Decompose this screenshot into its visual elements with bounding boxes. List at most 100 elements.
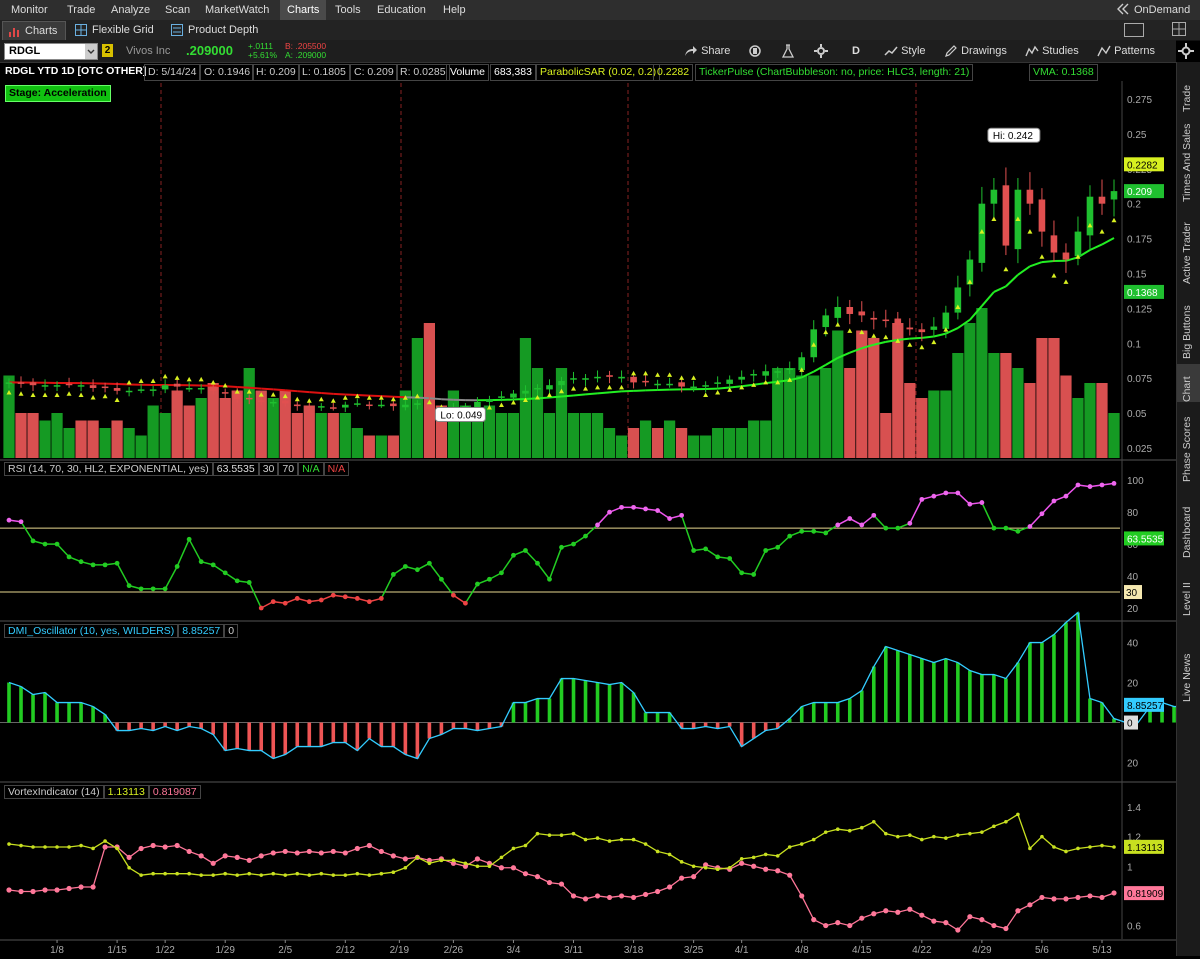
menu-monitor[interactable]: Monitor xyxy=(4,0,55,20)
tab-product-depth[interactable]: Product Depth xyxy=(166,21,266,39)
vortex-plus-line-point xyxy=(127,866,131,870)
gear-icon[interactable] xyxy=(814,44,828,61)
candle-body xyxy=(102,387,109,389)
menu-help[interactable]: Help xyxy=(436,0,473,20)
chart-settings-icon[interactable] xyxy=(748,44,762,61)
rsi-label[interactable]: RSI (14, 70, 30, HL2, EXPONENTIAL, yes) xyxy=(4,462,213,476)
dmi-histogram-bar xyxy=(536,699,540,723)
volume-bar xyxy=(1096,383,1107,458)
side-tab-big-buttons[interactable]: Big Buttons xyxy=(1177,292,1200,359)
psar-marker xyxy=(31,392,36,397)
menu-charts[interactable]: Charts xyxy=(280,0,326,20)
menu-marketwatch[interactable]: MarketWatch xyxy=(198,0,276,20)
aggregation-period-button[interactable]: D xyxy=(852,40,860,62)
dmi-histogram-bar xyxy=(392,723,396,747)
vortex-plus-line-point xyxy=(19,844,23,848)
vortex-plus-line-point xyxy=(259,873,263,877)
vortex-plus-line-point xyxy=(151,872,155,876)
volume-bar xyxy=(988,353,999,458)
vortex-plus-tag: 1.13113 xyxy=(1127,843,1163,854)
symbol-input[interactable]: RDGL xyxy=(4,43,98,60)
side-tab-times-and-sales[interactable]: Times And Sales xyxy=(1177,120,1200,202)
studies-button[interactable]: Studies xyxy=(1025,40,1079,62)
dmi-histogram-bar xyxy=(1004,679,1008,723)
tab-flexible-grid[interactable]: Flexible Grid xyxy=(70,21,162,39)
vortex-minus-line-point xyxy=(1075,895,1080,900)
volume-bar xyxy=(1072,398,1083,458)
rsi-point xyxy=(331,593,336,598)
chart-settings-gear-icon[interactable] xyxy=(1178,43,1194,62)
rsi-line-segment xyxy=(381,574,393,598)
rsi-line-segment xyxy=(910,499,922,523)
rsi-point xyxy=(511,553,516,558)
rsi-line-segment xyxy=(982,503,994,529)
dmi-histogram-bar xyxy=(307,723,311,747)
dmi-label[interactable]: DMI_Oscillator (10, yes, WILDERS) xyxy=(4,624,178,638)
side-tab-chart[interactable]: Chart xyxy=(1177,364,1200,402)
share-button[interactable]: Share xyxy=(684,40,730,62)
rsi-ob: 30 xyxy=(259,462,279,476)
patterns-button[interactable]: Patterns xyxy=(1097,40,1155,62)
vortex-plus-line-point xyxy=(896,835,900,839)
side-tab-trade[interactable]: Trade xyxy=(1177,70,1200,112)
rsi-point xyxy=(643,507,648,512)
psar-marker xyxy=(151,378,156,383)
psar-label[interactable]: ParabolicSAR (0.02, 0.2) xyxy=(536,64,660,81)
rsi-point xyxy=(139,586,144,591)
tab-charts[interactable]: Charts xyxy=(2,21,66,40)
volume-bar xyxy=(592,413,603,458)
chart-canvas[interactable]: 0.2750.250.2250.20.1750.150.1250.10.0750… xyxy=(0,81,1176,956)
price-axis-tick: 0.2 xyxy=(1127,200,1141,211)
dmi-histogram-bar xyxy=(968,671,972,723)
volume-bar xyxy=(508,413,519,458)
side-tab-phase-scores[interactable]: Phase Scores xyxy=(1177,407,1200,482)
dmi-axis-tick: 20 xyxy=(1127,679,1139,690)
rsi-point xyxy=(31,539,36,544)
flask-icon[interactable] xyxy=(781,44,795,61)
window-restore-icon[interactable] xyxy=(1124,23,1144,37)
side-tab-dashboard[interactable]: Dashboard xyxy=(1177,486,1200,558)
menu-education[interactable]: Education xyxy=(370,0,433,20)
vma-label: VMA: 0.1368 xyxy=(1029,64,1098,81)
menu-scan[interactable]: Scan xyxy=(158,0,197,20)
rsi-line-segment xyxy=(1066,485,1078,496)
volume-label[interactable]: Volume xyxy=(446,64,489,81)
psar-marker xyxy=(835,322,840,327)
side-tab-level-ii[interactable]: Level II xyxy=(1177,563,1200,616)
vortex-plus-line-point xyxy=(944,836,948,840)
vma-line-segment xyxy=(910,338,922,339)
vortex-plus-line-point xyxy=(199,873,203,877)
dmi-histogram-bar xyxy=(67,703,71,723)
drawings-button[interactable]: Drawings xyxy=(944,40,1007,62)
link-group-badge[interactable]: 2 xyxy=(102,44,113,57)
menu-analyze[interactable]: Analyze xyxy=(104,0,157,20)
psar-marker xyxy=(715,390,720,395)
rsi-point xyxy=(727,556,732,561)
menu-trade[interactable]: Trade xyxy=(60,0,102,20)
rsi-point xyxy=(55,542,60,547)
vortex-label[interactable]: VortexIndicator (14) xyxy=(4,785,104,799)
study-header: RDGL YTD 1D [OTC OTHER] D: 5/14/24 O: 0.… xyxy=(0,63,1122,81)
vortex-minus-line-point xyxy=(1111,890,1116,895)
vortex-plus-line-point xyxy=(392,870,396,874)
ondemand-button[interactable]: OnDemand xyxy=(1134,0,1190,20)
side-tab-active-trader[interactable]: Active Trader xyxy=(1177,207,1200,284)
rsi-line-segment xyxy=(189,539,201,561)
candle-body xyxy=(510,394,517,398)
tickerpulse-label[interactable]: TickerPulse (ChartBubbleson: no, price: … xyxy=(695,64,973,81)
rsi-point xyxy=(439,577,444,582)
style-button[interactable]: Style xyxy=(884,40,926,62)
vma-line-segment xyxy=(1102,238,1114,244)
psar-marker xyxy=(295,397,300,402)
chart-area[interactable]: 0.2750.250.2250.20.1750.150.1250.10.0750… xyxy=(0,81,1176,956)
menu-tools[interactable]: Tools xyxy=(328,0,368,20)
chevron-down-icon[interactable] xyxy=(85,44,97,59)
vortex-plus-line-point xyxy=(1052,845,1056,849)
rsi-point xyxy=(583,534,588,539)
rsi-point xyxy=(871,513,876,518)
dmi-axis-tick: 40 xyxy=(1127,639,1139,650)
ondemand-icon[interactable] xyxy=(1116,3,1129,16)
dmi-histogram-bar xyxy=(1040,643,1044,723)
side-tab-live-news[interactable]: Live News xyxy=(1177,623,1200,702)
grid-layout-icon[interactable] xyxy=(1172,22,1186,36)
